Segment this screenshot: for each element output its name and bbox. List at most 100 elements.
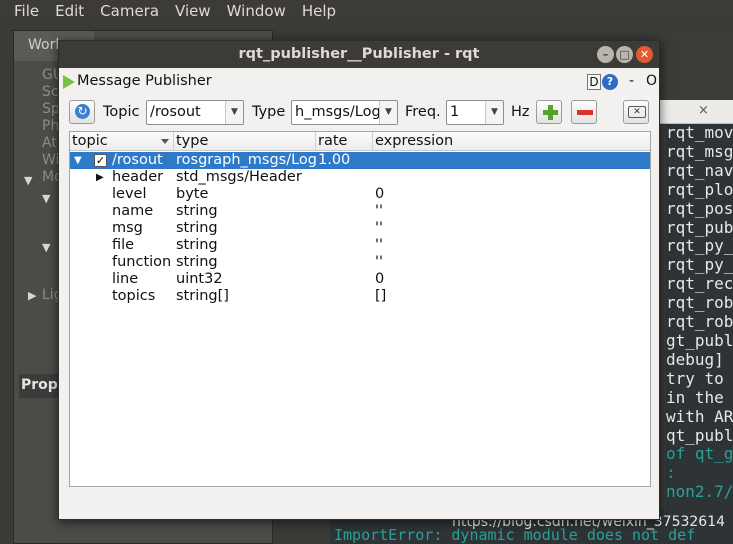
terminal-line: try to (666, 368, 724, 388)
plugin-title: Message Publisher (77, 73, 212, 89)
refresh-button[interactable]: ↻ (69, 100, 95, 124)
cell-expression[interactable]: '' (375, 203, 383, 220)
cell-type: string (176, 203, 218, 219)
cell-expression[interactable]: '' (375, 254, 383, 271)
collapse-arrow-icon[interactable]: ▶ (96, 169, 104, 186)
publisher-window: rqt_publisher__Publisher - rqt – □ ✕ Mes… (58, 40, 660, 520)
cell-expression[interactable]: [] (375, 288, 386, 305)
cell-topic: /rosout (112, 152, 163, 168)
cell-expression[interactable]: 0 (375, 186, 384, 203)
cell-topic: file (112, 237, 135, 253)
column-header-expression[interactable]: expression (373, 132, 650, 151)
menu-edit[interactable]: Edit (47, 2, 92, 20)
cell-type: string (176, 254, 218, 270)
menu-help[interactable]: Help (294, 2, 344, 20)
options-button[interactable]: O (646, 73, 657, 89)
terminal-tabstrip: × (650, 100, 733, 124)
dock-button[interactable]: D (587, 74, 601, 90)
column-topic-label: topic (72, 133, 108, 149)
cell-type: rosgraph_msgs/Log (176, 152, 317, 168)
hz-label: Hz (511, 104, 530, 120)
help-icon[interactable]: ? (602, 74, 618, 90)
field-row[interactable]: topics string[] [] (70, 288, 650, 305)
clear-icon: ✕ (628, 106, 646, 118)
column-type-label: type (176, 133, 209, 149)
close-tab-icon[interactable]: × (698, 103, 709, 118)
cell-expression[interactable]: 0 (375, 271, 384, 288)
terminal-line: rqt_msg (666, 141, 733, 161)
plus-icon (543, 105, 558, 120)
cell-type: uint32 (176, 271, 223, 287)
terminal-line: with AR (666, 406, 733, 426)
plugin-play-icon (63, 75, 75, 89)
window-titlebar[interactable]: rqt_publisher__Publisher - rqt – □ ✕ (59, 41, 659, 68)
field-row[interactable]: name string '' (70, 203, 650, 220)
plugin-header: Message Publisher D ? - O (59, 69, 659, 95)
cell-type: string (176, 220, 218, 236)
clear-button[interactable]: ✕ (623, 100, 649, 124)
close-icon[interactable]: ✕ (636, 46, 653, 63)
terminal-line: gt_publi (666, 330, 733, 350)
panel-label[interactable]: Wi (42, 152, 59, 168)
freq-combo[interactable]: 1 ▼ (446, 100, 504, 125)
cell-type: string (176, 237, 218, 253)
chevron-down-icon[interactable]: ▼ (379, 101, 397, 124)
menubar: File Edit Camera View Window Help (0, 0, 733, 22)
column-header-topic[interactable]: topic (70, 132, 174, 151)
minimize-plugin-button[interactable]: - (629, 73, 634, 89)
expand-arrow-icon[interactable]: ▶ (28, 289, 36, 302)
terminal-line: rqt_rob (666, 312, 733, 332)
terminal-line: debug] P (666, 349, 724, 369)
topic-combo[interactable]: /rosout ▼ (146, 100, 244, 125)
cell-type: byte (176, 186, 209, 202)
cell-topic: msg (112, 220, 143, 236)
cell-rate[interactable]: 1.00 (318, 152, 350, 169)
collapse-arrow-icon[interactable]: ▼ (42, 192, 50, 205)
freq-value: 1 (450, 104, 460, 120)
panel-label[interactable]: Sc (42, 84, 59, 100)
cell-type: std_msgs/Header (176, 169, 302, 185)
terminal-line: rqt_pub (666, 217, 733, 237)
column-header-type[interactable]: type (174, 132, 316, 151)
add-publisher-button[interactable] (536, 100, 562, 124)
topic-row[interactable]: ▼ ✓ /rosout rosgraph_msgs/Log 1.00 (70, 152, 650, 169)
field-row[interactable]: file string '' (70, 237, 650, 254)
remove-publisher-button[interactable] (571, 100, 597, 124)
collapse-arrow-icon[interactable]: ▼ (24, 174, 32, 187)
type-value: h_msgs/Log (295, 104, 381, 120)
chevron-down-icon[interactable]: ▼ (485, 101, 503, 124)
window-title: rqt_publisher__Publisher - rqt (238, 46, 480, 62)
field-row[interactable]: function string '' (70, 254, 650, 271)
cell-expression[interactable]: '' (375, 237, 383, 254)
minus-icon (577, 110, 593, 115)
type-combo[interactable]: h_msgs/Log ▼ (291, 100, 398, 125)
field-row[interactable]: level byte 0 (70, 186, 650, 203)
menu-file[interactable]: File (0, 2, 47, 20)
terminal-line: rqt_mov (666, 124, 733, 142)
expand-arrow-icon[interactable]: ▼ (74, 152, 82, 169)
cell-topic: line (112, 271, 139, 287)
cell-type: string[] (176, 288, 229, 304)
toolbar: ↻ Topic /rosout ▼ Type h_msgs/Log ▼ Freq… (59, 97, 659, 127)
panel-label[interactable]: Ph (42, 118, 59, 134)
column-header-rate[interactable]: rate (316, 132, 373, 151)
maximize-icon[interactable]: □ (616, 46, 633, 63)
field-row[interactable]: ▶ header std_msgs/Header (70, 169, 650, 186)
cell-expression[interactable]: '' (375, 220, 383, 237)
chevron-down-icon[interactable]: ▼ (225, 101, 243, 124)
tree-header: topic type rate expression (70, 132, 650, 151)
menu-view[interactable]: View (167, 2, 219, 20)
terminal-line: rqt_py_ (666, 236, 733, 256)
publisher-tree[interactable]: topic type rate expression ▼ ✓ /rosout rosg… (69, 131, 651, 487)
column-rate-label: rate (318, 133, 348, 149)
field-row[interactable]: msg string '' (70, 220, 650, 237)
menu-window[interactable]: Window (219, 2, 294, 20)
field-row[interactable]: line uint32 0 (70, 271, 650, 288)
minimize-icon[interactable]: – (597, 46, 614, 63)
menu-camera[interactable]: Camera (92, 2, 167, 20)
enable-checkbox[interactable]: ✓ (94, 154, 107, 167)
refresh-icon: ↻ (75, 104, 90, 119)
cell-topic: topics (112, 288, 156, 304)
terminal-line: of qt_g (666, 444, 733, 464)
collapse-arrow-icon[interactable]: ▼ (42, 241, 50, 254)
